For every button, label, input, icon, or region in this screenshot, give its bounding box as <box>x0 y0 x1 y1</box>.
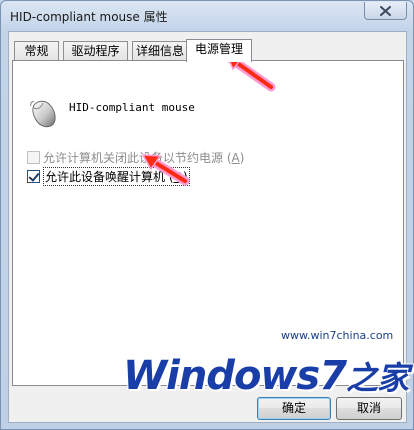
allow-wake-checkbox[interactable] <box>27 169 40 183</box>
close-button[interactable] <box>364 2 407 20</box>
allow-turn-off-label: 允许计算机关闭此设备以节约电源 <box>43 150 224 165</box>
mouse-icon <box>30 100 56 128</box>
tab-driver[interactable]: 驱动程序 <box>63 41 128 61</box>
close-icon <box>380 5 391 16</box>
tab-strip: 常规 驱动程序 详细信息 电源管理 <box>12 39 404 62</box>
device-name: HID-compliant mouse <box>69 101 195 114</box>
watermark-url: www.win7china.com <box>281 329 394 342</box>
tab-details[interactable]: 详细信息 <box>132 41 188 61</box>
tab-general[interactable]: 常规 <box>14 41 59 61</box>
annotation-arrow-checkbox <box>141 154 190 186</box>
allow-turn-off-option[interactable]: 允许计算机关闭此设备以节约电源 (A) <box>27 149 244 165</box>
tab-power-management[interactable]: 电源管理 <box>186 39 252 62</box>
allow-turn-off-checkbox[interactable] <box>27 150 40 164</box>
cancel-button[interactable]: 取消 <box>336 397 402 420</box>
allow-turn-off-accel: A <box>231 150 240 165</box>
ok-button[interactable]: 确定 <box>257 397 331 420</box>
title-bar[interactable]: HID-compliant mouse 属性 <box>1 1 413 31</box>
watermark-logo: Windows7之家 <box>123 353 409 399</box>
properties-dialog: HID-compliant mouse 属性 常规 驱动程序 详细信息 电源管理 <box>0 0 414 430</box>
window-title: HID-compliant mouse 属性 <box>10 10 168 24</box>
